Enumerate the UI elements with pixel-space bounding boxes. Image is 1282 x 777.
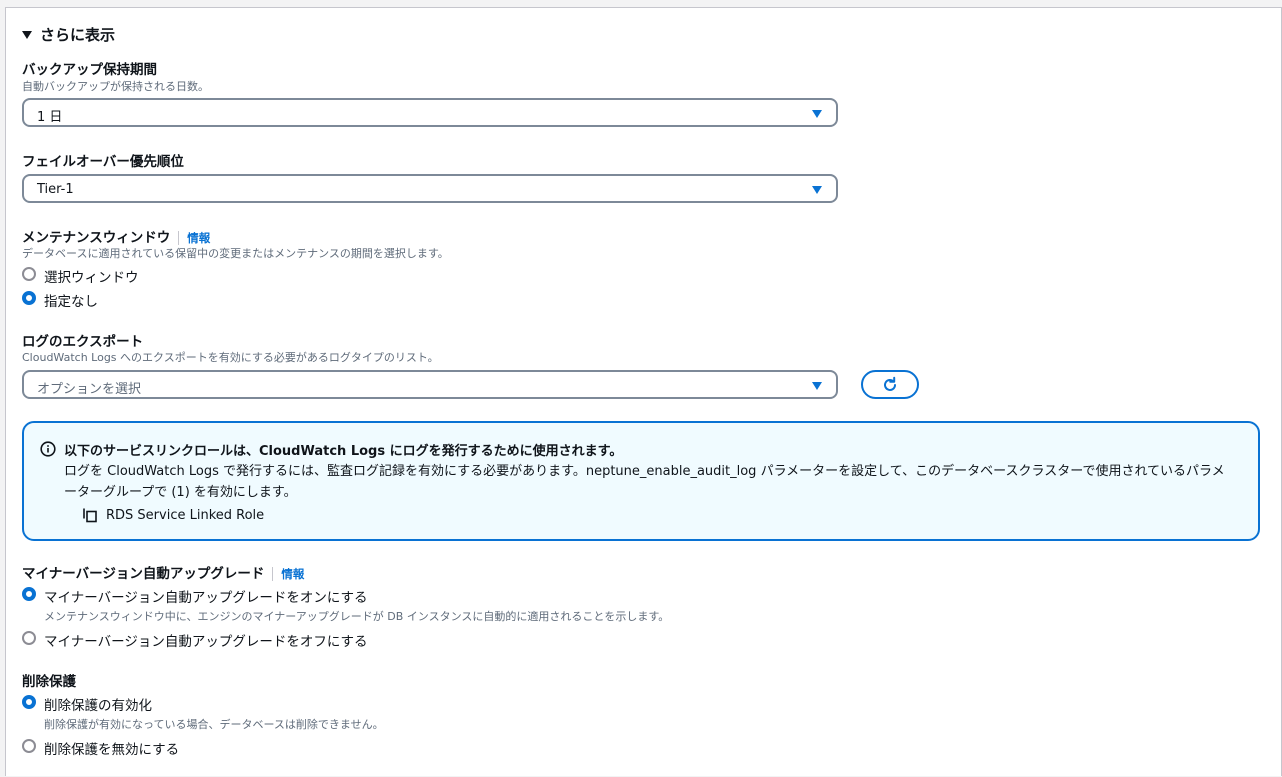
caret-down-icon	[22, 30, 32, 39]
backup-retention-select[interactable]: 1 日	[22, 98, 838, 127]
alert-body: ログを CloudWatch Logs で発行するには、監査ログ記録を有効にする…	[64, 464, 1225, 500]
show-more-toggle[interactable]: さらに表示	[22, 24, 115, 45]
log-export-label: ログのエクスポート	[22, 334, 144, 350]
radio-button[interactable]	[22, 587, 36, 601]
divider	[178, 231, 180, 245]
radio-button[interactable]	[22, 267, 36, 281]
alert-title: 以下のサービスリンクロールは、CloudWatch Logs にログを発行するた…	[64, 444, 623, 459]
radio-description: 削除保護が有効になっている場合、データベースは削除できません。	[44, 718, 384, 731]
radio-button[interactable]	[22, 739, 36, 753]
log-export-placeholder: オプションを選択	[37, 382, 142, 397]
minor-upgrade-info-link[interactable]: 情報	[281, 567, 304, 581]
maintenance-window-label: メンテナンスウィンドウ	[22, 230, 171, 246]
deletion-protection-option-disable[interactable]: 削除保護を無効にする	[22, 738, 179, 758]
failover-priority-select[interactable]: Tier-1	[22, 174, 838, 203]
radio-button[interactable]	[22, 631, 36, 645]
radio-label: 削除保護の有効化	[44, 698, 152, 714]
radio-label: 指定なし	[44, 294, 98, 310]
dropdown-arrow-icon	[812, 186, 822, 194]
deletion-protection-option-enable[interactable]: 削除保護の有効化 削除保護が有効になっている場合、データベースは削除できません。	[22, 694, 384, 732]
minor-upgrade-label: マイナーバージョン自動アップグレード	[22, 566, 265, 582]
backup-retention-value: 1 日	[37, 110, 63, 125]
minor-upgrade-heading: マイナーバージョン自動アップグレード 情報	[22, 562, 304, 582]
info-icon	[40, 441, 56, 457]
backup-retention-label: バックアップ保持期間	[22, 62, 157, 78]
rds-service-linked-role-link[interactable]: RDS Service Linked Role	[82, 507, 264, 523]
radio-label: マイナーバージョン自動アップグレードをオンにする	[44, 590, 368, 606]
dropdown-arrow-icon	[812, 382, 822, 390]
failover-priority-label: フェイルオーバー優先順位	[22, 154, 184, 170]
maintenance-option-no-preference[interactable]: 指定なし	[22, 290, 98, 310]
radio-button[interactable]	[22, 695, 36, 709]
backup-retention-description: 自動バックアップが保持される日数。	[22, 80, 209, 93]
rds-service-linked-role-label: RDS Service Linked Role	[106, 507, 265, 523]
maintenance-option-select-window[interactable]: 選択ウィンドウ	[22, 266, 139, 286]
radio-label: 削除保護を無効にする	[44, 742, 180, 758]
radio-label: マイナーバージョン自動アップグレードをオフにする	[44, 634, 368, 650]
show-more-label: さらに表示	[40, 26, 116, 44]
divider	[272, 567, 274, 581]
radio-button[interactable]	[22, 291, 36, 305]
maintenance-info-link[interactable]: 情報	[187, 231, 210, 245]
failover-priority-value: Tier-1	[37, 182, 74, 197]
radio-label: 選択ウィンドウ	[44, 270, 139, 286]
radio-description: メンテナンスウィンドウ中に、エンジンのマイナーアップグレードが DB インスタン…	[44, 610, 670, 623]
minor-upgrade-option-disable[interactable]: マイナーバージョン自動アップグレードをオフにする	[22, 630, 367, 650]
refresh-button[interactable]	[861, 370, 919, 399]
refresh-icon	[884, 376, 896, 391]
service-linked-role-alert: 以下のサービスリンクロールは、CloudWatch Logs にログを発行するた…	[22, 421, 1260, 541]
copy-icon	[83, 508, 97, 523]
maintenance-window-heading: メンテナンスウィンドウ 情報	[22, 226, 210, 246]
log-export-description: CloudWatch Logs へのエクスポートを有効にする必要があるログタイプ…	[22, 351, 439, 364]
minor-upgrade-option-enable[interactable]: マイナーバージョン自動アップグレードをオンにする メンテナンスウィンドウ中に、エ…	[22, 586, 669, 624]
deletion-protection-label: 削除保護	[22, 674, 76, 690]
maintenance-window-description: データベースに適用されている保留中の変更またはメンテナンスの期間を選択します。	[22, 247, 449, 260]
dropdown-arrow-icon	[812, 110, 822, 118]
log-export-multiselect[interactable]: オプションを選択	[22, 370, 838, 399]
